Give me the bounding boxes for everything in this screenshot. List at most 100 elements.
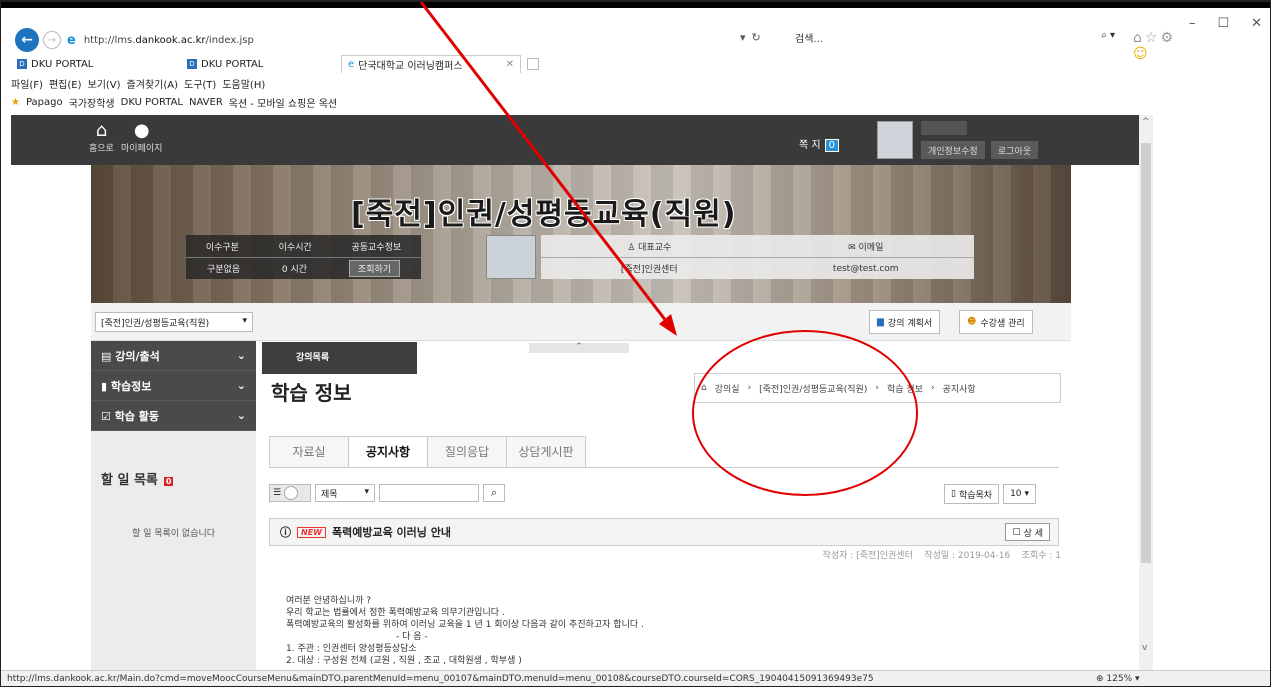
fav-auction[interactable]: 옥션 - 모바일 쇼핑은 옥션 (229, 95, 337, 110)
users-icon: ☻ (967, 317, 977, 327)
dku-icon: D (17, 59, 27, 69)
tab-notice[interactable]: 공지사항 (348, 436, 428, 468)
todo-count-badge: 0 (163, 477, 174, 486)
favorites-star-icon[interactable]: ☆ (1145, 30, 1161, 46)
sidebar-item-learning-info[interactable]: ▮ 학습정보 ⌄ (91, 371, 256, 401)
search-input[interactable]: 검색... ⌕ ▾ (795, 30, 1115, 48)
page-title: 학습 정보 (271, 381, 352, 405)
info-value: 구분없음 (206, 265, 241, 275)
settings-gear-icon[interactable]: ⚙ (1160, 30, 1176, 46)
banner-background (91, 165, 1071, 303)
zoom-level: 125% (1106, 674, 1133, 684)
menu-edit[interactable]: 편집(E) (49, 76, 82, 91)
mypage-nav-button[interactable]: ● 마이페이지 (121, 121, 163, 155)
sidebar-item-label: 강의/출석 (115, 349, 160, 363)
detail-button[interactable]: ▢ 상 세 (1005, 523, 1050, 541)
search-button[interactable]: ⌕ (483, 484, 505, 502)
favorites-icon[interactable]: ★ (11, 97, 20, 108)
back-button[interactable]: ← (15, 28, 39, 52)
lookup-button[interactable]: 조회하기 (348, 260, 401, 277)
collapse-handle[interactable]: ⌃ (529, 343, 629, 353)
logout-button[interactable]: 로그아웃 (991, 141, 1039, 159)
menu-view[interactable]: 보기(V) (88, 76, 121, 91)
menu-favorites[interactable]: 즐겨찾기(A) (127, 76, 178, 91)
breadcrumb-item[interactable]: 강의실 (715, 382, 740, 395)
address-bar[interactable]: http://lms.dankook.ac.kr/index.jsp (84, 35, 504, 46)
course-banner: [죽전]인권/성평등교육(직원) 이수구분 이수시간 공동교수정보 구분없음 0 시간… (91, 165, 1071, 303)
search-field-select[interactable]: 제목 ▾ (315, 484, 375, 502)
zoom-control[interactable]: ⊕ 125% ▾ (1096, 674, 1140, 684)
professor-info-box: ♙ 대표교수 ✉ 이메일 [죽전]인권센터 test@test.com (541, 235, 974, 279)
post-line: - 다 음 - (396, 632, 428, 642)
course-select[interactable]: [죽전]인권/성평등교육(직원) ▾ (95, 312, 253, 332)
menu-tools[interactable]: 도구(T) (184, 76, 216, 91)
refresh-icon[interactable]: ↻ (752, 31, 761, 44)
chevron-right-icon: › (747, 383, 752, 393)
lecture-plan-label: 강의 계획서 (887, 318, 933, 329)
forward-button[interactable]: → (43, 31, 61, 49)
page-size-select[interactable]: 10 ▾ (1003, 484, 1037, 504)
address-actions: ▾ ↻ (740, 31, 761, 44)
close-icon[interactable]: ✕ (1251, 16, 1262, 31)
professor-email[interactable]: test@test.com (758, 264, 975, 274)
fav-dku-portal[interactable]: DKU PORTAL (121, 97, 183, 108)
home-icon[interactable]: ⌂ (701, 383, 707, 393)
dropdown-icon[interactable]: ▾ (740, 31, 746, 44)
student-manage-button[interactable]: ☻ 수강생 관리 (959, 310, 1033, 334)
tab-counsel[interactable]: 상담게시판 (506, 436, 586, 468)
post-title[interactable]: 폭력예방교육 이러닝 안내 (332, 524, 451, 540)
menu-file[interactable]: 파일(F) (11, 76, 43, 91)
scroll-down-icon[interactable]: v (1142, 643, 1147, 653)
scrollbar-thumb[interactable] (1141, 143, 1151, 563)
url-path: /index.jsp (205, 34, 254, 46)
tab-archive[interactable]: 자료실 (269, 436, 349, 468)
book-icon: ▯ (951, 489, 956, 499)
search-icon[interactable]: ⌕ ▾ (1101, 30, 1115, 48)
menu-help[interactable]: 도움말(H) (222, 76, 265, 91)
maximize-icon[interactable]: ☐ (1217, 16, 1229, 31)
breadcrumb-item[interactable]: 공지사항 (943, 382, 976, 395)
tab-qna[interactable]: 질의응답 (427, 436, 507, 468)
browser-tab[interactable]: D DKU PORTAL (181, 55, 341, 73)
browser-tab[interactable]: D DKU PORTAL (11, 55, 181, 73)
ie-logo-icon: e (67, 32, 76, 48)
todo-title-label: 할 일 목록 (101, 473, 158, 488)
sidebar-item-lecture[interactable]: ▤ 강의/출석 ⌄ (91, 341, 256, 371)
info-value: 0 시간 (281, 265, 308, 275)
home-icon: ⌂ (95, 120, 108, 141)
fav-naver[interactable]: NAVER (189, 97, 223, 108)
toc-button[interactable]: ▯ 학습목차 (944, 484, 1000, 504)
professor-name: [죽전]인권센터 (620, 265, 678, 275)
close-tab-icon[interactable]: ✕ (506, 59, 514, 70)
search-placeholder: 검색... (795, 34, 823, 45)
search-icon: ⌕ (490, 486, 498, 499)
home-icon[interactable]: ⌂ (1133, 30, 1145, 46)
fav-scholarship[interactable]: 국가장학생 (69, 95, 115, 110)
home-nav-button[interactable]: ⌂ 홈으로 (89, 120, 114, 155)
page-scrollbar[interactable]: ^ v (1139, 115, 1153, 670)
browser-tab-active[interactable]: e 단국대학교 이러닝캠퍼스 ✕ (341, 55, 521, 73)
lecture-plan-button[interactable]: ▆ 강의 계획서 (869, 310, 941, 334)
professor-avatar (486, 235, 536, 279)
professor-icon: ♙ (627, 242, 639, 253)
course-select-value: [죽전]인권/성평등교육(직원) (101, 319, 210, 329)
list-view-toggle[interactable]: ☰ (269, 484, 311, 502)
post-header[interactable]: ⓘ NEW 폭력예방교육 이러닝 안내 ▢ 상 세 (269, 518, 1059, 546)
search-input[interactable] (379, 484, 479, 502)
edit-profile-button[interactable]: 개인정보수정 (921, 141, 985, 159)
fav-papago[interactable]: Papago (26, 97, 63, 108)
new-tab-button[interactable] (521, 55, 545, 73)
search-field-value: 제목 (321, 490, 338, 500)
mypage-label: 마이페이지 (121, 144, 163, 154)
breadcrumb-item[interactable]: [죽전]인권/성평등교육(직원) (759, 382, 867, 395)
lecture-list-dropdown[interactable]: 강의목록 (262, 342, 417, 374)
note-label: 쪽 지 (799, 140, 821, 151)
minimize-icon[interactable]: – (1189, 16, 1196, 31)
monitor-icon: ▆ (877, 317, 884, 327)
lms-page: ⌂ 홈으로 ● 마이페이지 쪽 지0 개인정보수정 로그아웃 [죽전]인권/성평등교… (11, 115, 1139, 670)
note-button[interactable]: 쪽 지0 (799, 136, 839, 152)
zoom-icon: ⊕ (1096, 674, 1104, 684)
scroll-up-icon[interactable]: ^ (1142, 117, 1150, 127)
breadcrumb-item[interactable]: 학습 정보 (887, 382, 923, 395)
sidebar-item-activity[interactable]: ☑ 학습 활동 ⌄ (91, 401, 256, 431)
